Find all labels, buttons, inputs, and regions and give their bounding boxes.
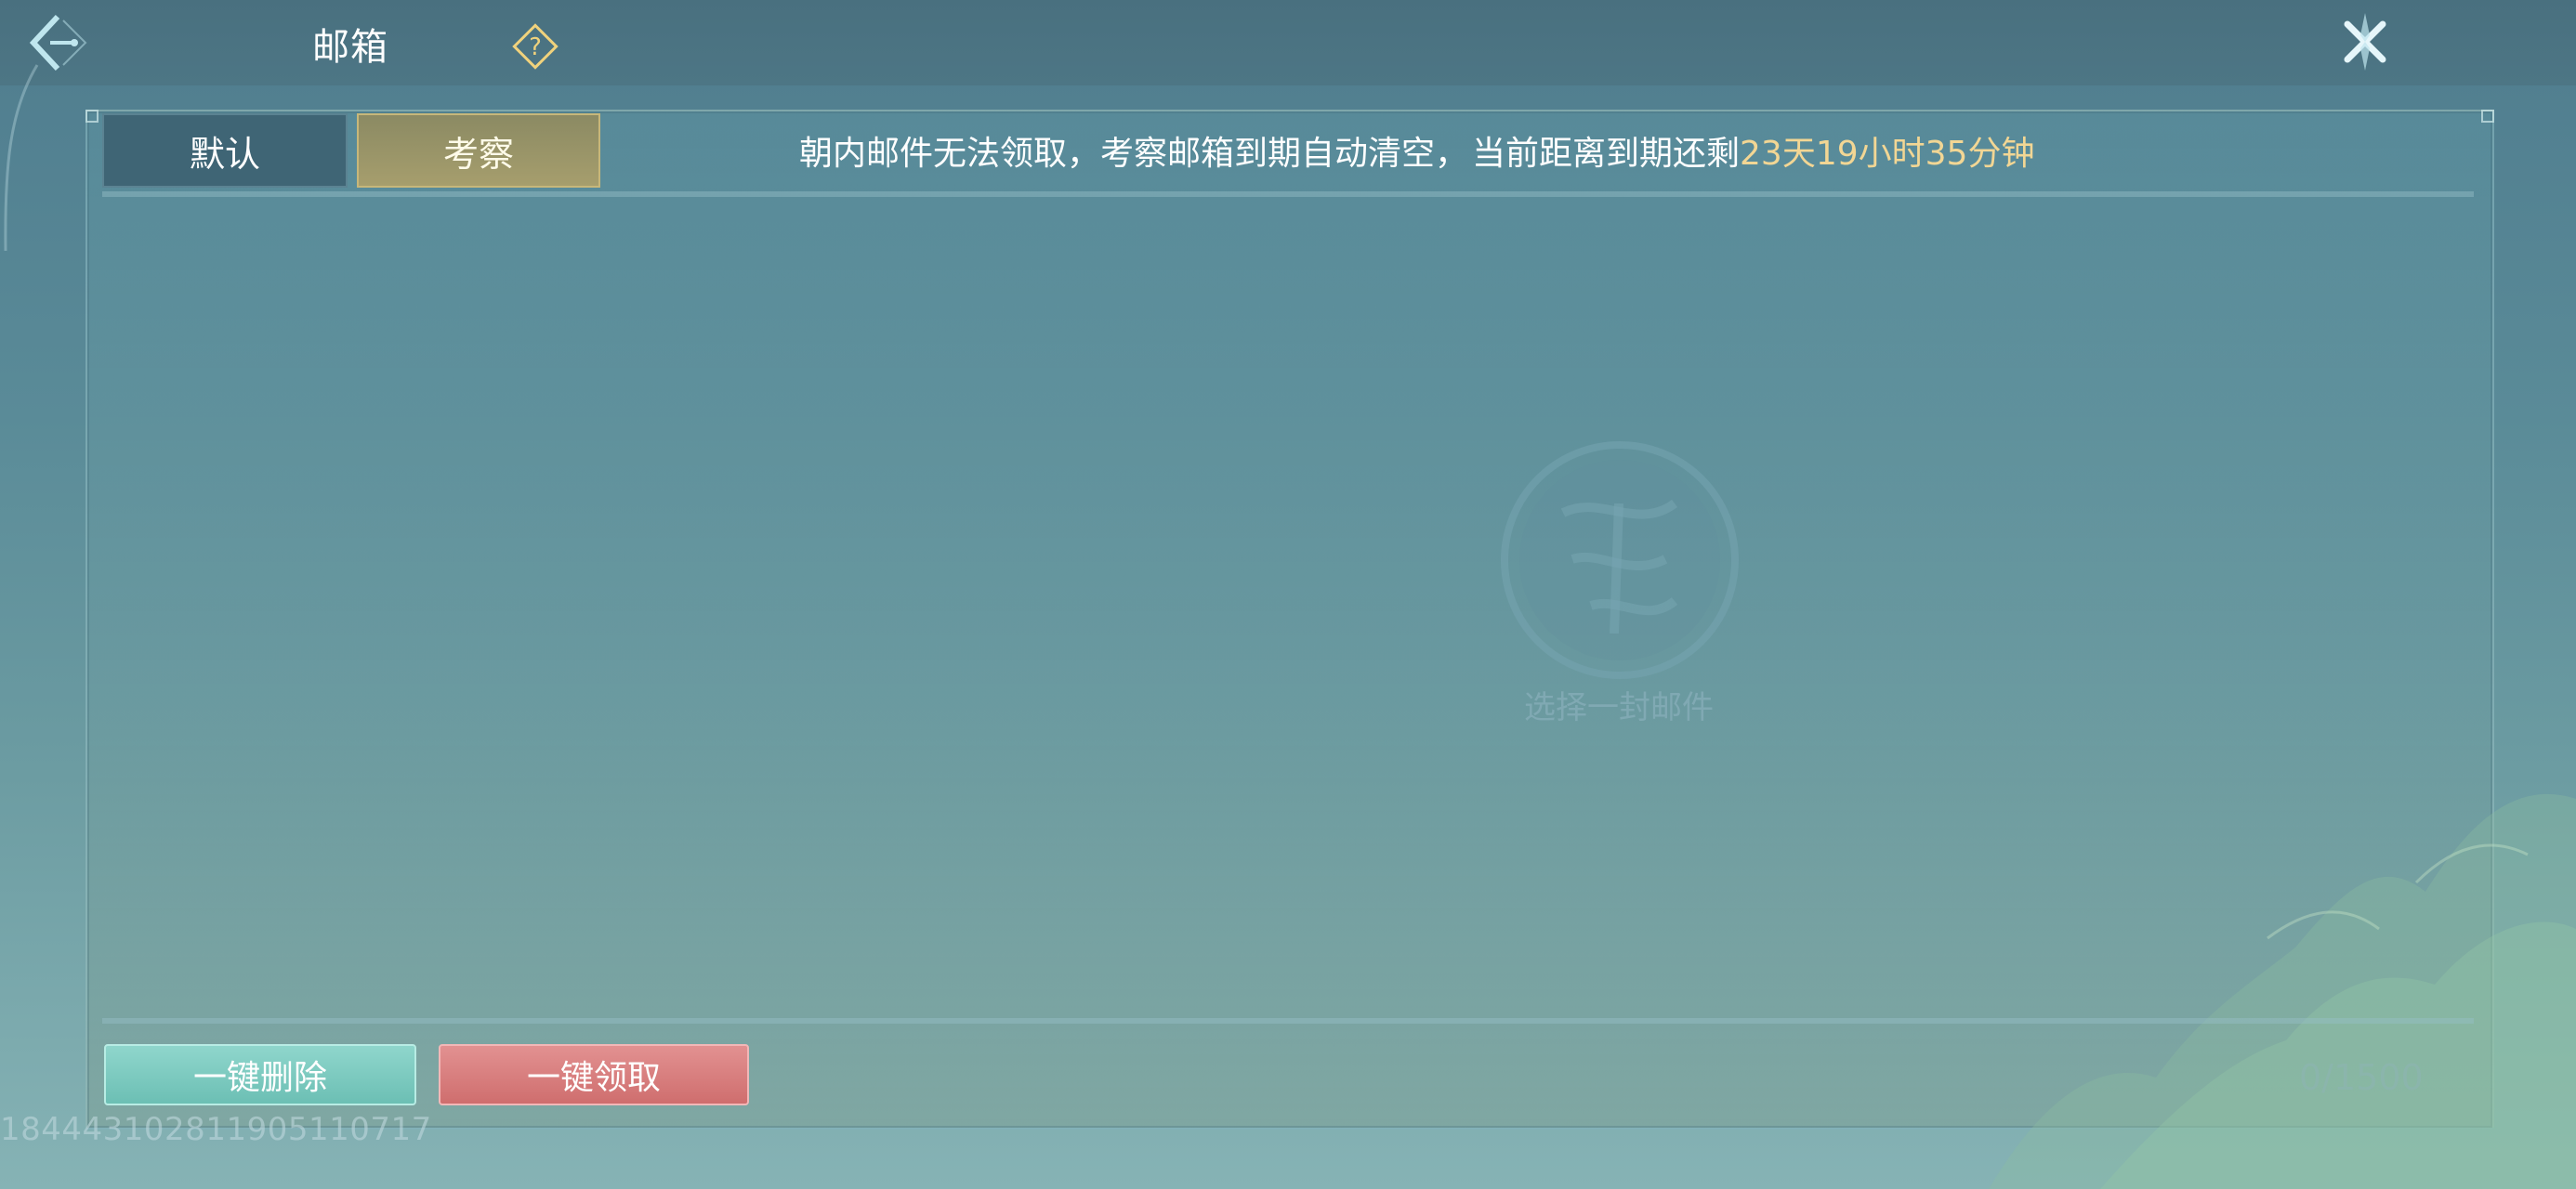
divider <box>102 1018 2474 1024</box>
mail-seal-icon <box>1501 441 1739 679</box>
page-title: 邮箱 <box>312 26 388 69</box>
question-mark-icon: ? <box>512 23 559 70</box>
mail-count: 0/1500 <box>2299 1057 2424 1098</box>
empty-state-text: 选择一封邮件 <box>1524 689 1714 726</box>
user-id: 18444310281190511071​7 <box>0 1111 432 1148</box>
countdown-value: 23天19小时35分钟 <box>1740 135 2035 173</box>
delete-all-button[interactable]: 一键删除 <box>104 1044 416 1105</box>
help-button[interactable]: ? <box>509 20 561 72</box>
back-arrow-icon <box>29 14 87 72</box>
svg-text:?: ? <box>529 33 542 61</box>
panel-corner <box>2481 110 2494 123</box>
expiry-notice: 朝内邮件无法领取，考察邮箱到期自动清空， <box>799 135 1469 173</box>
decorative-curve <box>4 64 39 252</box>
claim-all-button[interactable]: 一键领取 <box>439 1044 749 1105</box>
tab-inspect[interactable]: 考察 <box>357 113 600 188</box>
back-button[interactable] <box>17 7 95 78</box>
expiry-countdown: 当前距离到期还剩23天19小时35分钟 <box>1472 126 2034 175</box>
panel-corner <box>85 110 99 123</box>
mountain-decoration <box>1989 793 2576 1189</box>
divider <box>102 191 2474 197</box>
tab-default[interactable]: 默认 <box>102 113 348 188</box>
close-x-icon <box>2344 13 2386 71</box>
countdown-prefix: 当前距离到期还剩 <box>1472 135 1741 173</box>
close-button[interactable] <box>2331 7 2399 76</box>
